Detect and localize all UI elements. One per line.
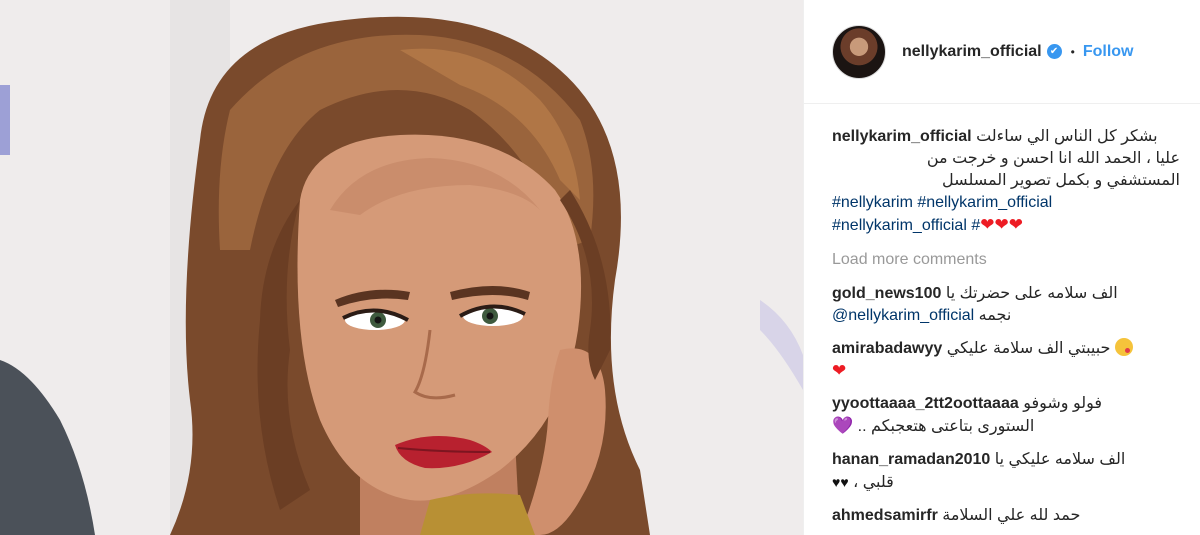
comment-text: الف سلامه على حضرتك يا [945,285,1118,302]
kiss-face-emoji-icon [1114,338,1133,356]
comment-item: yyoottaaaa_2tt2oottaaaa فولو وشوفو 💜 الس… [832,393,1180,438]
woman-portrait-image [0,0,803,535]
red-heart-icon: ❤❤❤ [980,215,1023,234]
comment-text: قلبي ، [853,474,894,491]
comment-text: الف سلامه عليكي يا [994,451,1126,468]
comment-username[interactable]: amirabadawyy [832,340,942,357]
comment-mention-link[interactable]: @nellykarim_official [832,307,974,324]
comment-username[interactable]: yyoottaaaa_2tt2oottaaaa [832,395,1019,412]
caption-text-line-3: المستشفي و بكمل تصوير المسلسل [942,172,1180,189]
caption: nellykarim_official بشكر كل الناس الي سا… [832,126,1180,237]
comment-item: hanan_ramadan2010 الف سلامه عليكي يا ♥♥ … [832,449,1180,494]
black-heart-icon: ♥♥ [832,474,849,490]
verified-badge-icon: ✔ [1046,44,1062,59]
post-photo[interactable] [0,0,803,535]
comment-text: حمد لله علي السلامة [942,507,1081,524]
comment-username[interactable]: gold_news100 [832,285,941,302]
post-side-panel: nellykarim_official ✔ • Follow nellykari… [803,0,1200,535]
header-username[interactable]: nellykarim_official [902,43,1042,61]
red-heart-icon: ❤ [832,361,847,380]
purple-heart-icon: 💜 [832,416,854,435]
comment-text: حبيبتي الف سلامة عليكي [946,340,1111,357]
caption-text-line-2: عليا ، الحمد الله انا احسن و خرجت من [926,150,1180,167]
separator-dot: • [1070,44,1075,59]
comment-item: amirabadawyy حبيبتي الف سلامة عليكي ❤ [832,338,1180,382]
caption-hashtags-1[interactable]: #nellykarim #nellykarim_official [832,192,1180,214]
comment-text: نجمه [978,307,1012,324]
comment-item: gold_news100 الف سلامه على حضرتك يا @nel… [832,283,1180,327]
follow-button[interactable]: Follow [1083,43,1134,61]
caption-text-line-1: بشكر كل الناس الي ساءلت [976,128,1158,145]
comment-text: الستورى بتاعتى هتعجبكم .. [857,418,1035,435]
load-more-comments-button[interactable]: Load more comments [832,249,1180,271]
caption-username[interactable]: nellykarim_official [832,128,972,145]
comments-list: nellykarim_official بشكر كل الناس الي سا… [804,104,1200,527]
instagram-post: nellykarim_official ✔ • Follow nellykari… [0,0,1200,535]
avatar[interactable] [832,24,886,79]
comment-username[interactable]: ahmedsamirfr [832,507,938,524]
comment-item: ahmedsamirfr حمد لله علي السلامة [832,505,1180,527]
comment-text: فولو وشوفو [1023,395,1103,412]
caption-hashtags-2[interactable]: #nellykarim_official # [832,217,980,234]
comment-username[interactable]: hanan_ramadan2010 [832,451,990,468]
post-header: nellykarim_official ✔ • Follow [804,0,1200,104]
